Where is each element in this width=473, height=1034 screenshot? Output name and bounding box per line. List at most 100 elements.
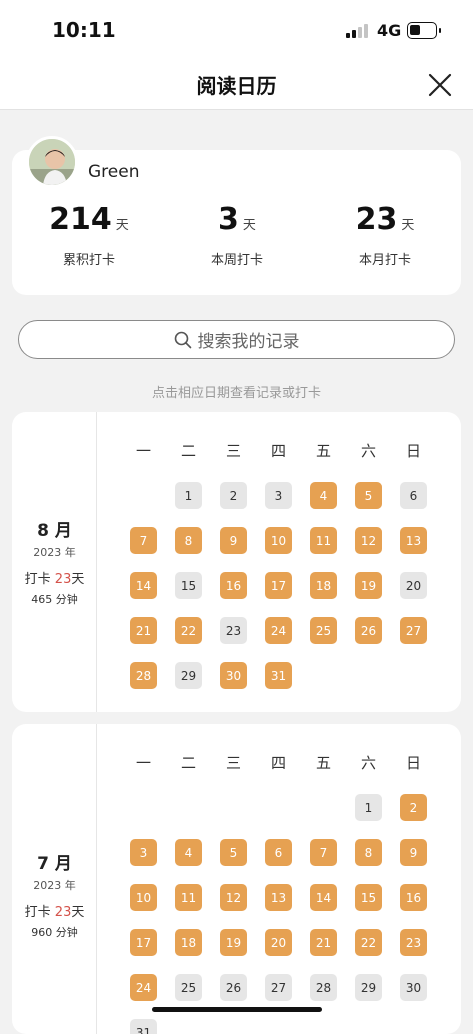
calendar-day[interactable]: 31 xyxy=(265,662,292,689)
calendar-day[interactable]: 28 xyxy=(310,974,337,1001)
month-name: 8 月 xyxy=(37,521,72,541)
calendar-day[interactable]: 3 xyxy=(265,482,292,509)
calendar-day[interactable]: 14 xyxy=(130,572,157,599)
calendar-day[interactable]: 9 xyxy=(220,527,247,554)
month-punch: 打卡 23天 xyxy=(12,901,97,920)
calendar-day[interactable]: 17 xyxy=(130,929,157,956)
avatar-image xyxy=(29,139,75,185)
calendar-day[interactable]: 13 xyxy=(265,884,292,911)
calendar-day[interactable]: 17 xyxy=(265,572,292,599)
calendar-day[interactable]: 20 xyxy=(265,929,292,956)
calendar-day[interactable]: 9 xyxy=(400,839,427,866)
calendar-day[interactable]: 27 xyxy=(265,974,292,1001)
calendar-day[interactable]: 15 xyxy=(355,884,382,911)
calendar-day[interactable]: 16 xyxy=(220,572,247,599)
stat-month: 23 天 本月打卡 xyxy=(310,202,460,268)
calendar-day[interactable]: 3 xyxy=(130,839,157,866)
calendar-day[interactable]: 7 xyxy=(310,839,337,866)
calendar-day[interactable]: 30 xyxy=(220,662,247,689)
search-input[interactable]: 搜索我的记录 xyxy=(18,320,455,359)
calendar-day[interactable]: 25 xyxy=(310,617,337,644)
punch-prefix: 打卡 xyxy=(24,572,51,587)
calendar-day[interactable]: 10 xyxy=(265,527,292,554)
status-time: 10:11 xyxy=(52,18,116,42)
calendar-day[interactable]: 29 xyxy=(355,974,382,1001)
calendar-day[interactable]: 23 xyxy=(220,617,247,644)
calendar-day[interactable]: 26 xyxy=(220,974,247,1001)
calendar-day[interactable]: 21 xyxy=(310,929,337,956)
calendar-day[interactable]: 10 xyxy=(130,884,157,911)
punch-prefix: 打卡 xyxy=(24,905,51,920)
calendar-day[interactable]: 18 xyxy=(175,929,202,956)
calendar-day[interactable]: 5 xyxy=(355,482,382,509)
calendar-day[interactable]: 19 xyxy=(355,572,382,599)
punch-count: 23 xyxy=(54,905,72,920)
calendar-day[interactable]: 6 xyxy=(400,482,427,509)
weekday-label: 四 xyxy=(270,754,286,772)
calendar-day[interactable]: 12 xyxy=(355,527,382,554)
calendar-day[interactable]: 18 xyxy=(310,572,337,599)
calendar-day[interactable]: 27 xyxy=(400,617,427,644)
calendar-day[interactable]: 24 xyxy=(130,974,157,1001)
calendar-day[interactable]: 4 xyxy=(310,482,337,509)
calendar-day[interactable]: 24 xyxy=(265,617,292,644)
calendar-day[interactable]: 31 xyxy=(130,1019,157,1034)
stat-month-unit: 天 xyxy=(401,218,415,233)
calendar-day[interactable]: 25 xyxy=(175,974,202,1001)
calendar-day[interactable]: 21 xyxy=(130,617,157,644)
stat-total-value: 214 xyxy=(49,202,112,237)
calendar-day[interactable]: 14 xyxy=(310,884,337,911)
calendar-day[interactable]: 11 xyxy=(175,884,202,911)
calendar-day[interactable]: 13 xyxy=(400,527,427,554)
stat-week-value: 3 xyxy=(218,202,239,237)
stats-card: Green 214 天 累积打卡 3天 本周打卡 23 天 本月打卡 xyxy=(12,136,461,295)
calendar-day[interactable]: 23 xyxy=(400,929,427,956)
calendar-day[interactable]: 15 xyxy=(175,572,202,599)
calendar-day[interactable]: 7 xyxy=(130,527,157,554)
weekday-label: 三 xyxy=(225,442,241,460)
weekday-label: 日 xyxy=(405,754,421,772)
stat-month-value: 23 xyxy=(355,202,398,237)
stat-week-label: 本周打卡 xyxy=(210,253,263,268)
calendar-day[interactable]: 1 xyxy=(355,794,382,821)
calendar-day[interactable]: 28 xyxy=(130,662,157,689)
close-icon[interactable] xyxy=(427,72,453,98)
calendar-day[interactable]: 8 xyxy=(355,839,382,866)
weekday-label: 日 xyxy=(405,442,421,460)
month-minutes: 465 分钟 xyxy=(31,593,78,606)
stat-total: 214 天 累积打卡 xyxy=(14,202,164,268)
page-title: 阅读日历 xyxy=(196,74,277,98)
network-type: 4G xyxy=(377,21,402,40)
calendar-day[interactable]: 16 xyxy=(400,884,427,911)
username: Green xyxy=(88,162,140,182)
calendar-day[interactable]: 30 xyxy=(400,974,427,1001)
calendar-day[interactable]: 1 xyxy=(175,482,202,509)
avatar[interactable] xyxy=(26,136,78,188)
calendar-day[interactable]: 4 xyxy=(175,839,202,866)
calendar-day[interactable]: 22 xyxy=(355,929,382,956)
calendar-day[interactable]: 2 xyxy=(220,482,247,509)
stat-week-unit: 天 xyxy=(242,218,256,233)
weekday-label: 五 xyxy=(315,754,331,772)
punch-unit: 天 xyxy=(71,905,85,920)
calendar-day[interactable]: 8 xyxy=(175,527,202,554)
weekday-label: 六 xyxy=(360,754,376,772)
calendar-day[interactable]: 19 xyxy=(220,929,247,956)
month-year: 2023 年 xyxy=(33,546,76,559)
month-summary: 8 月 2023 年 打卡 23天 465 分钟 xyxy=(12,412,97,712)
calendar-day[interactable]: 26 xyxy=(355,617,382,644)
battery-icon xyxy=(407,22,441,39)
calendar-day[interactable]: 11 xyxy=(310,527,337,554)
month-punch: 打卡 23天 xyxy=(12,568,97,587)
calendar-day[interactable]: 5 xyxy=(220,839,247,866)
calendar-day[interactable]: 12 xyxy=(220,884,247,911)
calendar-day[interactable]: 29 xyxy=(175,662,202,689)
calendar-day[interactable]: 22 xyxy=(175,617,202,644)
stat-total-unit: 天 xyxy=(115,218,129,233)
hint-text: 点击相应日期查看记录或打卡 xyxy=(151,386,321,401)
weekday-label: 二 xyxy=(180,442,196,460)
calendar-day[interactable]: 20 xyxy=(400,572,427,599)
calendar-day[interactable]: 2 xyxy=(400,794,427,821)
signal-icon xyxy=(346,24,368,38)
calendar-day[interactable]: 6 xyxy=(265,839,292,866)
